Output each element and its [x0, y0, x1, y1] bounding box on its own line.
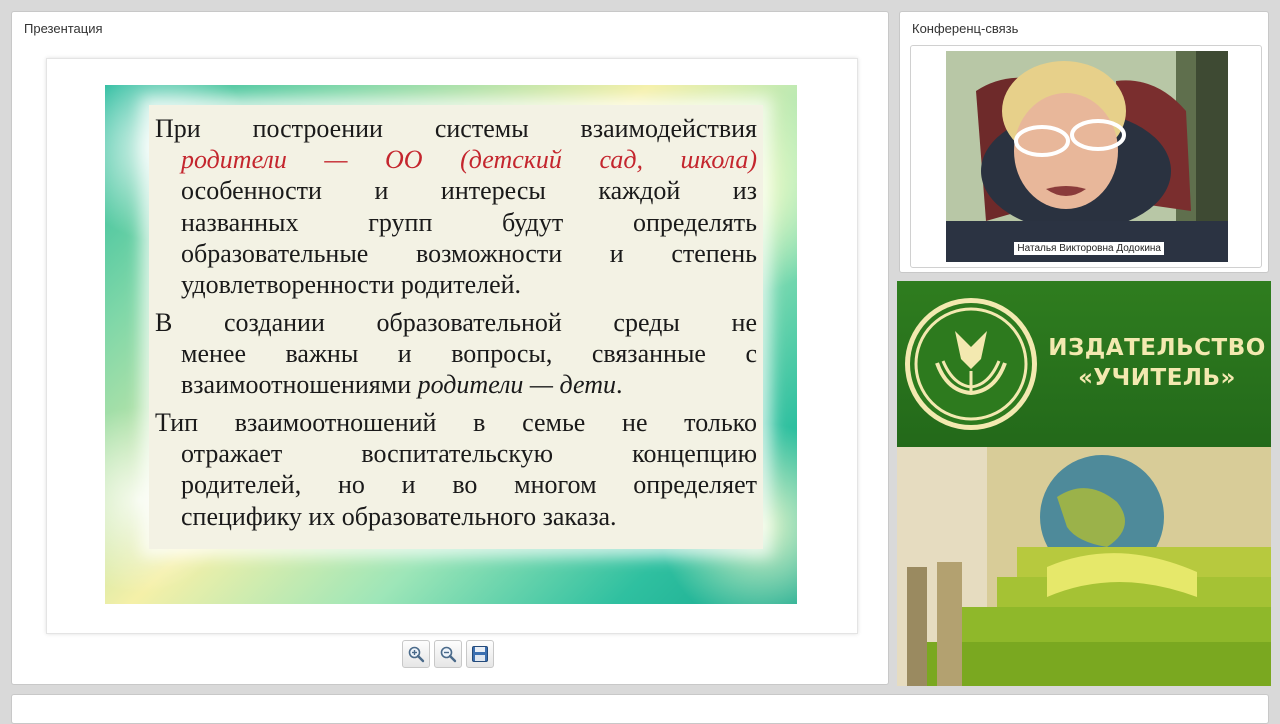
- participant-video[interactable]: Наталья Викторовна Додокина: [946, 51, 1228, 262]
- presentation-panel: Презентация При построении системы взаим…: [11, 11, 889, 685]
- publisher-logo-icon: [905, 298, 1037, 430]
- slide-line: образовательные возможности и степень: [181, 238, 757, 268]
- slide-line: особенности и интересы каждой из: [181, 176, 757, 206]
- slide-frame: При построении системы взаимодействия ро…: [46, 58, 858, 634]
- slide-paragraph-3: Тип взаимоотношений в семье не только от…: [155, 407, 757, 532]
- publisher-name-line2: «УЧИТЕЛЬ»: [1078, 365, 1236, 391]
- presentation-panel-title: Презентация: [24, 21, 103, 36]
- slide-line: родителей, но и во многом определяет: [181, 470, 757, 500]
- conference-panel: Конференц-связь Наталья Викторовна Додок…: [899, 11, 1269, 273]
- zoom-in-icon: [408, 646, 425, 663]
- presentation-toolbar: [402, 640, 494, 670]
- slide-line: удовлетворенности родителей.: [181, 270, 522, 300]
- save-button[interactable]: [466, 640, 494, 668]
- participant-name-tag: Наталья Викторовна Додокина: [1014, 242, 1164, 255]
- publisher-banner[interactable]: ИЗДАТЕЛЬСТВО «УЧИТЕЛЬ»: [897, 281, 1271, 686]
- slide-line: При построении системы взаимодействия: [155, 114, 757, 143]
- slide-line: В создании образовательной среды не: [155, 308, 757, 337]
- slide-paragraph-2: В создании образовательной среды не мене…: [155, 307, 757, 401]
- slide-line-tail: .: [616, 370, 623, 400]
- slide-line-italic: родители — дети: [417, 370, 616, 400]
- zoom-out-icon: [440, 646, 457, 663]
- slide-content: При построении системы взаимодействия ро…: [149, 105, 763, 549]
- slide-line-mixed: взаимоотношениями родители — дети.: [155, 369, 757, 400]
- books-globe-image: [897, 447, 1271, 686]
- slide-line: отражает воспитательскую концепцию: [181, 439, 757, 469]
- slide-line: специфику их образовательного заказа.: [181, 501, 617, 531]
- publisher-name: ИЗДАТЕЛЬСТВО «УЧИТЕЛЬ»: [1047, 333, 1267, 393]
- publisher-banner-top: ИЗДАТЕЛЬСТВО «УЧИТЕЛЬ»: [897, 281, 1271, 447]
- slide-line: Тип взаимоотношений в семье не только: [155, 408, 757, 437]
- slide-line-text: взаимоотношениями: [181, 370, 412, 400]
- publisher-banner-image: [897, 447, 1271, 686]
- zoom-out-button[interactable]: [434, 640, 462, 668]
- conference-panel-title: Конференц-связь: [912, 21, 1019, 36]
- zoom-in-button[interactable]: [402, 640, 430, 668]
- slide: При построении системы взаимодействия ро…: [105, 85, 797, 604]
- slide-line: менее важны и вопросы, связанные с: [181, 339, 757, 369]
- slide-paragraph-1: При построении системы взаимодействия ро…: [155, 113, 757, 300]
- video-container: Наталья Викторовна Додокина: [910, 45, 1262, 268]
- slide-line: названных групп будут определять: [181, 207, 757, 237]
- publisher-name-line1: ИЗДАТЕЛЬСТВО: [1048, 335, 1266, 361]
- floppy-disk-icon: [472, 646, 488, 662]
- slide-line-highlight: родители — ОО (детский сад, школа): [181, 145, 757, 175]
- participant-image: [946, 51, 1228, 262]
